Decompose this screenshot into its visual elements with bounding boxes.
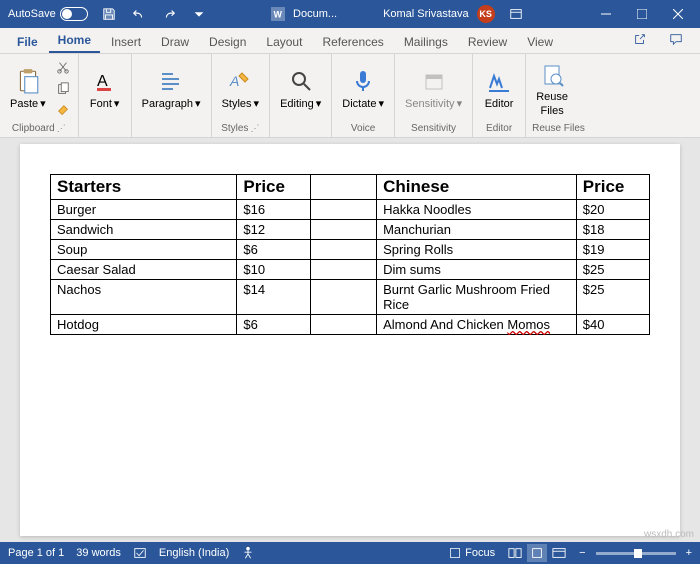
document-area[interactable]: Starters Price Chinese Price Burger$16Ha… bbox=[0, 138, 700, 542]
minimize-button[interactable] bbox=[588, 0, 624, 28]
ribbon-tabs: File Home Insert Draw Design Layout Refe… bbox=[0, 28, 700, 54]
avatar[interactable]: KS bbox=[477, 5, 495, 23]
copy-icon[interactable] bbox=[54, 80, 72, 98]
share-icon[interactable] bbox=[624, 28, 656, 53]
ribbon: Paste▾ Clipboard ⋰ A Font▾ Paragraph▾ bbox=[0, 54, 700, 138]
menu-table[interactable]: Starters Price Chinese Price Burger$16Ha… bbox=[50, 174, 650, 335]
tab-review[interactable]: Review bbox=[459, 31, 516, 53]
header-chinese[interactable]: Chinese bbox=[377, 175, 577, 200]
redo-icon[interactable] bbox=[156, 0, 182, 28]
print-layout-icon[interactable] bbox=[527, 544, 547, 562]
undo-icon[interactable] bbox=[126, 0, 152, 28]
chevron-down-icon: ▾ bbox=[379, 97, 385, 110]
close-button[interactable] bbox=[660, 0, 696, 28]
web-layout-icon[interactable] bbox=[549, 544, 569, 562]
autosave-label: AutoSave bbox=[8, 8, 56, 20]
sensitivity-button: Sensitivity▾ bbox=[401, 65, 466, 112]
tab-references[interactable]: References bbox=[313, 31, 392, 53]
zoom-in-button[interactable]: + bbox=[686, 547, 692, 559]
editor-icon bbox=[485, 68, 513, 96]
word-icon: W bbox=[271, 7, 285, 21]
table-row: Soup$6Spring Rolls$19 bbox=[51, 240, 650, 260]
zoom-slider[interactable] bbox=[596, 552, 676, 555]
document-title: Docum... bbox=[293, 8, 337, 20]
paragraph-icon bbox=[157, 67, 185, 95]
table-row: Caesar Salad$10Dim sums$25 bbox=[51, 260, 650, 280]
paragraph-button[interactable]: Paragraph▾ bbox=[138, 65, 205, 112]
styles-icon: A bbox=[226, 67, 254, 95]
header-price[interactable]: Price bbox=[576, 175, 649, 200]
tab-mailings[interactable]: Mailings bbox=[395, 31, 457, 53]
title-bar: AutoSave W Docum... Komal Srivastava KS bbox=[0, 0, 700, 28]
watermark: wsxdh.com bbox=[644, 529, 694, 540]
svg-text:A: A bbox=[97, 73, 108, 90]
user-name[interactable]: Komal Srivastava bbox=[383, 8, 469, 20]
status-bar: Page 1 of 1 39 words English (India) Foc… bbox=[0, 542, 700, 564]
group-reuse-label: Reuse Files bbox=[532, 123, 585, 134]
spell-check-icon[interactable] bbox=[133, 546, 147, 560]
microphone-icon bbox=[349, 67, 377, 95]
dialog-launcher-icon[interactable]: ⋰ bbox=[57, 123, 66, 134]
word-count[interactable]: 39 words bbox=[76, 547, 121, 559]
dictate-button[interactable]: Dictate▾ bbox=[338, 65, 388, 112]
group-sensitivity-label: Sensitivity bbox=[411, 123, 456, 134]
editor-button[interactable]: Editor bbox=[479, 66, 519, 112]
chevron-down-icon: ▾ bbox=[316, 97, 322, 110]
maximize-button[interactable] bbox=[624, 0, 660, 28]
dialog-launcher-icon[interactable]: ⋰ bbox=[250, 123, 259, 134]
chevron-down-icon: ▾ bbox=[457, 97, 463, 110]
zoom-out-button[interactable]: − bbox=[579, 547, 585, 559]
tab-file[interactable]: File bbox=[8, 31, 47, 53]
group-editor-label: Editor bbox=[486, 123, 512, 134]
comments-icon[interactable] bbox=[660, 28, 692, 53]
qat-dropdown-icon[interactable] bbox=[186, 0, 212, 28]
table-row: Hotdog$6Almond And Chicken Momos$40 bbox=[51, 315, 650, 335]
group-voice-label: Voice bbox=[351, 123, 375, 134]
styles-button[interactable]: A Styles▾ bbox=[218, 65, 264, 112]
font-button[interactable]: A Font▾ bbox=[85, 65, 125, 112]
tab-view[interactable]: View bbox=[518, 31, 562, 53]
tab-draw[interactable]: Draw bbox=[152, 31, 198, 53]
table-row: Nachos$14Burnt Garlic Mushroom Fried Ric… bbox=[51, 280, 650, 315]
language-indicator[interactable]: English (India) bbox=[159, 547, 229, 559]
autosave-toggle[interactable]: AutoSave bbox=[4, 7, 92, 21]
group-clipboard-label: Clipboard bbox=[12, 123, 55, 134]
focus-mode[interactable]: Focus bbox=[449, 547, 495, 559]
cut-icon[interactable] bbox=[54, 58, 72, 76]
read-mode-icon[interactable] bbox=[505, 544, 525, 562]
chevron-down-icon: ▾ bbox=[40, 97, 46, 110]
chevron-down-icon: ▾ bbox=[114, 97, 120, 110]
chevron-down-icon: ▾ bbox=[195, 97, 201, 110]
sensitivity-icon bbox=[420, 67, 448, 95]
ribbon-options-icon[interactable] bbox=[503, 0, 529, 28]
group-styles-label: Styles bbox=[221, 123, 248, 134]
spelling-error: Momos bbox=[507, 317, 550, 332]
table-row: Sandwich$12Manchurian$18 bbox=[51, 220, 650, 240]
svg-text:A: A bbox=[229, 73, 239, 89]
chevron-down-icon: ▾ bbox=[254, 97, 260, 110]
header-price[interactable]: Price bbox=[237, 175, 310, 200]
clipboard-icon bbox=[14, 67, 42, 95]
svg-text:W: W bbox=[274, 10, 283, 20]
save-icon[interactable] bbox=[96, 0, 122, 28]
table-row: Burger$16Hakka Noodles$20 bbox=[51, 200, 650, 220]
table-row: Starters Price Chinese Price bbox=[51, 175, 650, 200]
tab-design[interactable]: Design bbox=[200, 31, 255, 53]
format-painter-icon[interactable] bbox=[54, 102, 72, 120]
reuse-files-button[interactable]: ReuseFiles bbox=[532, 59, 572, 119]
header-starters[interactable]: Starters bbox=[51, 175, 237, 200]
font-icon: A bbox=[91, 67, 119, 95]
page[interactable]: Starters Price Chinese Price Burger$16Ha… bbox=[20, 144, 680, 536]
tab-layout[interactable]: Layout bbox=[257, 31, 311, 53]
reuse-files-icon bbox=[538, 61, 566, 89]
tab-home[interactable]: Home bbox=[49, 29, 100, 53]
search-icon bbox=[287, 67, 315, 95]
paste-button[interactable]: Paste▾ bbox=[6, 65, 50, 112]
accessibility-icon[interactable] bbox=[241, 546, 255, 560]
page-indicator[interactable]: Page 1 of 1 bbox=[8, 547, 64, 559]
tab-insert[interactable]: Insert bbox=[102, 31, 150, 53]
editing-button[interactable]: Editing▾ bbox=[276, 65, 325, 112]
